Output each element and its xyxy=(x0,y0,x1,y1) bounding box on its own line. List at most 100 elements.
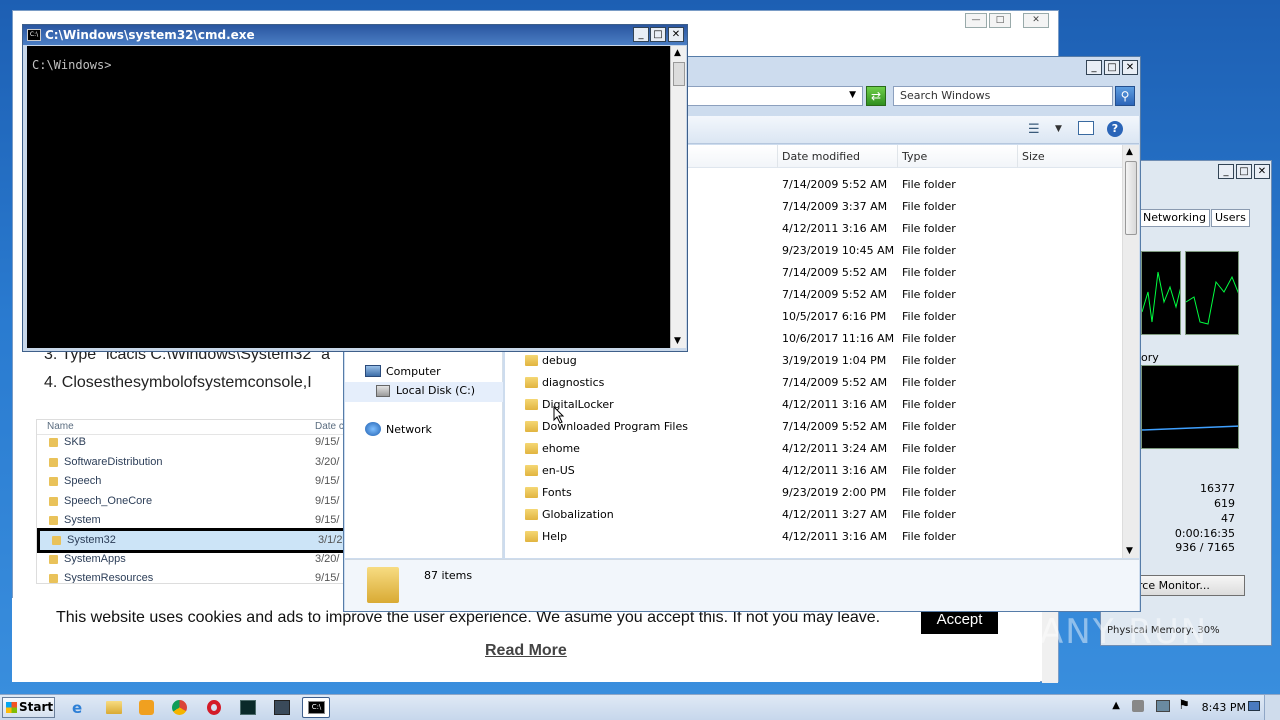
search-icon[interactable]: ⚲ xyxy=(1115,86,1135,106)
search-input[interactable]: Search Windows xyxy=(893,86,1113,106)
folder-icon xyxy=(49,438,58,447)
file-date: 10/6/2017 11:16 AM xyxy=(782,332,895,345)
scroll-thumb[interactable] xyxy=(1125,161,1137,235)
file-date: 7/14/2009 5:52 AM xyxy=(782,178,888,191)
file-row[interactable]: en-US 4/12/2011 3:16 AM File folder xyxy=(505,460,1122,482)
taskbar-ie[interactable]: e xyxy=(66,697,94,718)
screenshot-row-name: SKB xyxy=(64,436,87,448)
browser-close-button[interactable]: ✕ xyxy=(1023,13,1049,28)
screenshot-row: Speech 9/15/ xyxy=(37,472,345,491)
screenshot-row: SKB 9/15/ xyxy=(37,433,345,452)
file-list-scrollbar[interactable]: ▲ ▼ xyxy=(1122,145,1139,558)
file-name: diagnostics xyxy=(542,376,605,389)
file-type: File folder xyxy=(902,486,956,499)
nav-item-network[interactable]: Network xyxy=(386,423,432,436)
file-row[interactable]: debug 3/19/2019 1:04 PM File folder xyxy=(505,350,1122,372)
folder-icon xyxy=(49,555,58,564)
show-desktop-button[interactable] xyxy=(1264,695,1280,720)
screenshot-row-date: 9/15/ xyxy=(315,475,340,487)
console-output[interactable]: C:\Windows> xyxy=(27,46,670,348)
column-date-modified[interactable]: Date modified xyxy=(777,145,897,168)
file-name: ehome xyxy=(542,442,580,455)
chevron-down-icon[interactable]: ▼ xyxy=(849,90,856,100)
taskbar-media[interactable] xyxy=(133,697,161,718)
file-row[interactable]: diagnostics 7/14/2009 5:52 AM File folder xyxy=(505,372,1122,394)
nav-item-local-disk[interactable]: Local Disk (C:) xyxy=(396,384,475,397)
cmd-close-button[interactable]: ✕ xyxy=(668,27,684,42)
explorer-maximize-button[interactable]: □ xyxy=(1104,60,1120,75)
help-icon[interactable]: ? xyxy=(1107,121,1123,137)
taskbar-cmd[interactable]: C:\ xyxy=(302,697,330,718)
file-row[interactable]: ehome 4/12/2011 3:24 AM File folder xyxy=(505,438,1122,460)
view-options-icon[interactable]: ☰ xyxy=(1028,122,1040,137)
file-row[interactable]: DigitalLocker 4/12/2011 3:16 AM File folde… xyxy=(505,394,1122,416)
folder-icon xyxy=(49,477,58,486)
resource-monitor-button[interactable]: rce Monitor... xyxy=(1131,575,1245,596)
tray-app-icon[interactable] xyxy=(1132,700,1144,712)
file-type: File folder xyxy=(902,464,956,477)
cmd-minimize-button[interactable]: _ xyxy=(633,27,649,42)
file-row[interactable]: Downloaded Program Files 7/14/2009 5:52 A… xyxy=(505,416,1122,438)
action-center-flag-icon[interactable]: ⚑ xyxy=(1178,698,1190,713)
scroll-down-icon[interactable]: ▼ xyxy=(1126,546,1133,556)
media-player-icon xyxy=(139,700,154,715)
column-type[interactable]: Type xyxy=(897,145,1017,168)
file-type: File folder xyxy=(902,398,956,411)
file-date: 7/14/2009 5:52 AM xyxy=(782,266,888,279)
file-date: 9/23/2019 2:00 PM xyxy=(782,486,887,499)
folder-icon xyxy=(525,465,538,476)
file-date: 7/14/2009 5:52 AM xyxy=(782,288,888,301)
file-date: 7/14/2009 3:37 AM xyxy=(782,200,888,213)
network-monitor-icon xyxy=(274,700,290,715)
scroll-up-icon[interactable]: ▲ xyxy=(1126,147,1133,157)
taskbar-opera[interactable] xyxy=(200,697,228,718)
taskbar-network[interactable] xyxy=(268,697,296,718)
chevron-down-icon[interactable]: ▼ xyxy=(1055,124,1062,134)
preview-pane-icon[interactable] xyxy=(1078,121,1094,135)
taskmgr-maximize-button[interactable]: □ xyxy=(1236,164,1252,179)
browser-maximize-button[interactable]: □ xyxy=(989,13,1011,28)
stat-value: 0:00:16:35 xyxy=(1174,527,1235,540)
cmd-maximize-button[interactable]: □ xyxy=(650,27,666,42)
file-row[interactable]: Fonts 9/23/2019 2:00 PM File folder xyxy=(505,482,1122,504)
browser-minimize-button[interactable]: — xyxy=(965,13,987,28)
cmd-title: C:\Windows\system32\cmd.exe xyxy=(45,28,255,42)
folder-icon xyxy=(525,443,538,454)
details-pane: 87 items xyxy=(345,559,1139,611)
refresh-icon[interactable]: ⇄ xyxy=(866,86,886,106)
windows-logo-icon xyxy=(6,702,17,713)
taskbar-explorer[interactable] xyxy=(100,697,128,718)
folder-icon xyxy=(525,399,538,410)
taskbar-chrome[interactable] xyxy=(166,697,194,718)
read-more-link[interactable]: Read More xyxy=(485,642,567,660)
mouse-cursor-icon xyxy=(553,406,565,424)
file-type: File folder xyxy=(902,244,956,257)
explorer-minimize-button[interactable]: _ xyxy=(1086,60,1102,75)
cmd-title-bar[interactable]: C:\ C:\Windows\system32\cmd.exe _ □ ✕ xyxy=(23,25,687,45)
notification-icon[interactable] xyxy=(1248,701,1260,711)
tab-users[interactable]: Users xyxy=(1211,209,1250,227)
screenshot-row-date: 3/1/2 xyxy=(318,534,343,546)
taskbar-taskmgr[interactable] xyxy=(234,697,262,718)
scroll-up-icon[interactable]: ▲ xyxy=(674,48,681,58)
taskmgr-minimize-button[interactable]: _ xyxy=(1218,164,1234,179)
nav-item-computer[interactable]: Computer xyxy=(386,365,441,378)
screenshot-row-name: Speech_OneCore xyxy=(64,495,153,507)
explorer-close-button[interactable]: ✕ xyxy=(1122,60,1138,75)
cmd-scrollbar[interactable]: ▲ ▼ xyxy=(670,46,686,348)
folder-icon xyxy=(49,574,58,583)
clock[interactable]: 8:43 PM xyxy=(1202,701,1246,714)
taskmgr-close-button[interactable]: ✕ xyxy=(1254,164,1270,179)
scroll-thumb[interactable] xyxy=(673,62,685,86)
tab-networking[interactable]: Networking xyxy=(1139,209,1210,227)
scroll-down-icon[interactable]: ▼ xyxy=(674,336,681,346)
show-hidden-icons[interactable]: ▲ xyxy=(1112,700,1120,711)
file-type: File folder xyxy=(902,200,956,213)
file-row[interactable]: Help 4/12/2011 3:16 AM File folder xyxy=(505,526,1122,548)
screenshot-row-date: 9/15/ xyxy=(315,514,340,526)
network-tray-icon[interactable] xyxy=(1156,700,1170,712)
column-size[interactable]: Size xyxy=(1017,145,1097,168)
file-row[interactable]: Globalization 4/12/2011 3:27 AM File folde… xyxy=(505,504,1122,526)
start-button[interactable]: Start xyxy=(2,697,55,718)
cpu-history-graph-1 xyxy=(1141,251,1181,335)
